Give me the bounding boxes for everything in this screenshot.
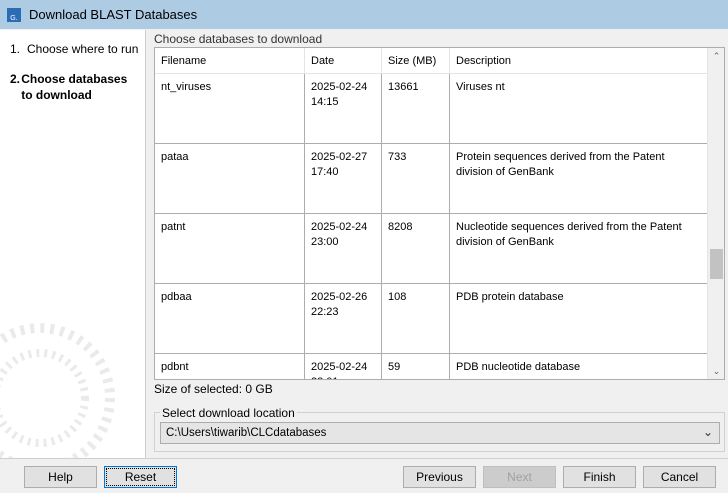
previous-button[interactable]: Previous [403, 466, 476, 488]
divider [0, 458, 728, 459]
download-location-value: C:\Users\tiwarib\CLCdatabases [166, 427, 327, 439]
cell-filename: pdbaa [155, 284, 305, 353]
table-body: nt_viruses 2025-02-24 14:15 13661 Viruses n… [155, 74, 708, 379]
cell-size: 59 [382, 354, 450, 379]
cell-description: Protein sequences derived from the Paten… [456, 151, 665, 178]
app-icon: G. [7, 7, 21, 22]
column-header-filename[interactable]: Filename [155, 48, 305, 73]
cell-size: 733 [382, 144, 450, 213]
finish-button[interactable]: Finish [563, 466, 636, 488]
cell-date: 2025-02-26 22:23 [305, 284, 382, 353]
cell-description: PDB nucleotide database [456, 361, 581, 373]
size-of-selected: Size of selected: 0 GB [154, 382, 273, 396]
table-row[interactable]: pdbnt2025-02-24 23:0159 PDB nucleotide da… [155, 354, 708, 379]
cell-date: 2025-02-24 23:01 [305, 354, 382, 379]
cell-filename: pataa [155, 144, 305, 213]
databases-table: Filename Date Size (MB) Description nt_v… [154, 47, 725, 380]
watermark-logo [0, 323, 115, 458]
steps-panel: 1. Choose where to run 2. Choose databases… [0, 30, 146, 458]
step-choose-databases: 2. Choose databases to download [10, 72, 128, 102]
section-title: Choose databases to download [154, 32, 323, 46]
cell-size: 8208 [382, 214, 450, 283]
column-header-size[interactable]: Size (MB) [382, 48, 450, 73]
title-bar: G. Download BLAST Databases [0, 0, 728, 29]
table-row[interactable]: patnt 2025-02-24 23:00 8208 Nucleotide sequ… [155, 214, 708, 284]
cancel-button[interactable]: Cancel [643, 466, 716, 488]
table-row[interactable]: pdbaa 2025-02-26 22:23 108 PDB protein data… [155, 284, 708, 354]
cell-size: 13661 [382, 74, 450, 143]
column-header-description[interactable]: Description [450, 48, 708, 73]
table-row[interactable]: nt_viruses 2025-02-24 14:15 13661 Viruses n… [155, 74, 708, 144]
cell-size: 108 [382, 284, 450, 353]
cell-filename: pdbnt [155, 354, 305, 379]
cell-description: PDB protein database [456, 291, 564, 303]
chevron-down-icon: ⌄ [702, 425, 713, 439]
cell-date: 2025-02-27 17:40 [305, 144, 382, 213]
window-title: Download BLAST Databases [29, 7, 198, 22]
column-header-date[interactable]: Date [305, 48, 382, 73]
cell-description: Nucleotide sequences derived from the Pa… [456, 221, 682, 248]
cell-filename: nt_viruses [155, 74, 305, 143]
cell-date: 2025-02-24 23:00 [305, 214, 382, 283]
scroll-up-icon[interactable]: ⌃ [708, 51, 724, 62]
scroll-thumb[interactable] [710, 249, 723, 279]
table-header: Filename Date Size (MB) Description [155, 48, 708, 74]
scroll-down-icon[interactable]: ⌄ [708, 366, 724, 377]
help-button[interactable]: Help [24, 466, 97, 488]
next-button[interactable]: Next [483, 466, 556, 488]
table-row[interactable]: pataa 2025-02-27 17:40 733 Protein sequence… [155, 144, 708, 214]
cell-filename: patnt [155, 214, 305, 283]
download-location-dropdown[interactable]: C:\Users\tiwarib\CLCdatabases ⌄ [160, 422, 720, 444]
step-choose-where: 1. Choose where to run [10, 42, 139, 56]
download-location-label: Select download location [160, 406, 297, 420]
vertical-scrollbar[interactable]: ⌃ ⌄ [707, 48, 724, 379]
cell-date: 2025-02-24 14:15 [305, 74, 382, 143]
reset-button[interactable]: Reset [104, 466, 177, 488]
cell-description: Viruses nt [456, 81, 505, 93]
